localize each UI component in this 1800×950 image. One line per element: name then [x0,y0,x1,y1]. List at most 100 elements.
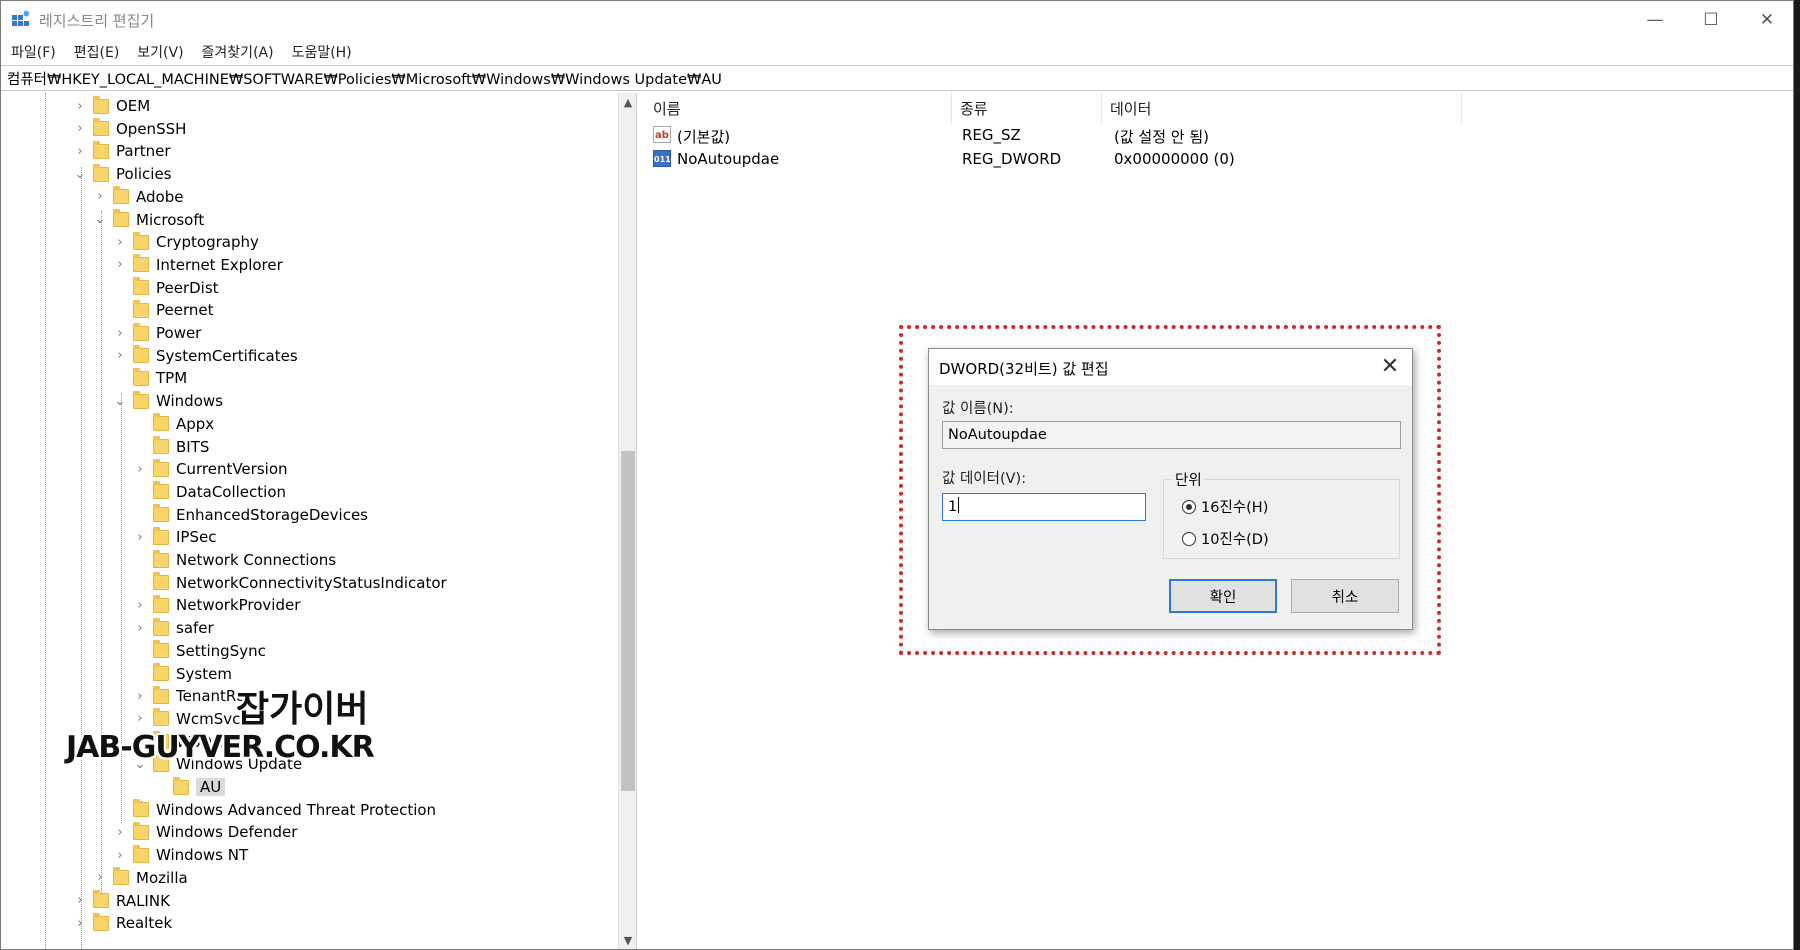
expand-icon[interactable]: › [73,890,87,912]
value-name-field[interactable]: NoAutoupdae [942,421,1401,449]
expand-icon[interactable]: › [73,118,87,140]
column-data[interactable]: 데이터 [1102,93,1462,123]
expand-icon[interactable]: › [113,254,127,276]
tree-item[interactable]: › TenantRe [133,685,245,707]
expand-icon[interactable]: › [73,95,87,117]
tree-item[interactable]: Windows Advanced Threat Protection [113,799,436,821]
tree-item[interactable]: BITS [133,436,209,458]
menu-favorites[interactable]: 즐겨찾기(A) [202,42,274,62]
tree-item[interactable]: › safer [133,617,214,639]
address-bar[interactable]: 컴퓨터₩HKEY_LOCAL_MACHINE₩SOFTWARE₩Policies… [1,65,1793,91]
tree-item[interactable]: AU [153,776,226,798]
expand-icon[interactable]: › [113,322,127,344]
tree-item[interactable]: › Adobe [93,186,183,208]
tree-item[interactable]: ⌄ Microsoft [93,209,204,231]
dialog-close-icon[interactable]: ✕ [1376,353,1404,381]
tree-item-label: AU [196,778,226,796]
tree-item[interactable]: › Power [113,322,201,344]
tree-item[interactable]: › Realtek [73,912,172,934]
dec-radio-option[interactable]: 10진수(D) [1182,528,1269,549]
menu-file[interactable]: 파일(F) [11,42,56,62]
tree-item[interactable]: SettingSync [133,640,266,662]
tree-item[interactable]: › IPSec [133,526,216,548]
text-caret [958,497,960,513]
expand-icon[interactable]: › [133,708,147,730]
expand-icon[interactable]: › [133,458,147,480]
expand-icon[interactable]: › [133,617,147,639]
tree-item[interactable]: › RALINK [73,890,170,912]
scroll-down-icon[interactable]: ▼ [619,931,636,949]
expand-icon[interactable]: › [93,186,107,208]
tree-item[interactable]: › Mozilla [93,867,188,889]
tree-item[interactable]: › Internet Explorer [113,254,283,276]
expand-icon[interactable]: › [113,844,127,866]
tree-item[interactable]: ⌄ Windows [113,390,223,412]
tree-item[interactable]: › NetworkProvider [133,594,300,616]
tree-item-label: Windows NT [156,846,249,865]
column-name[interactable]: 이름 [645,93,952,123]
dialog-title: DWORD(32비트) 값 편집 [939,360,1109,378]
value-data-input[interactable]: 1 [942,493,1146,521]
tree-item[interactable]: › WcmSvc [133,708,240,730]
tree-scrollbar[interactable]: ▲ ▼ [618,93,636,949]
column-type[interactable]: 종류 [952,93,1102,123]
hex-radio-option[interactable]: 16진수(H) [1182,496,1268,517]
tree-item[interactable]: System [133,663,232,685]
minimize-button[interactable]: — [1627,1,1683,39]
tree-item[interactable]: › OpenSSH [73,118,186,140]
tree-item-label: IPSec [176,528,217,547]
tree-item[interactable]: Network Connections [133,549,336,571]
tree-item[interactable]: Peernet [113,299,214,321]
tree-item[interactable]: DataCollection [133,481,286,503]
tree-item-label: Appx [176,414,215,433]
tree-item[interactable]: TPM [113,367,187,389]
value-name-label: 값 이름(N): [942,401,1014,417]
tree-item[interactable]: › SystemCertificates [113,345,298,367]
menu-bar: 파일(F) 편집(E) 보기(V) 즐겨찾기(A) 도움말(H) [1,39,1793,65]
close-button[interactable]: ✕ [1739,1,1795,39]
expand-icon[interactable]: › [93,867,107,889]
value-row-default[interactable]: ab (기본값) REG_SZ (값 설정 안 됨) [645,123,1795,147]
folder-icon [93,890,109,908]
dec-radio-icon[interactable] [1182,531,1196,546]
tree-item[interactable]: NetworkConnectivityStatusIndicator [133,572,447,594]
ok-button[interactable]: 확인 [1169,579,1277,613]
hex-radio-icon[interactable] [1182,499,1196,514]
expand-icon[interactable]: › [133,594,147,616]
tree-item[interactable]: EnhancedStorageDevices [133,504,368,526]
tree-item[interactable]: › Partner [73,140,171,162]
tree-item[interactable]: › CurrentVersion [133,458,288,480]
maximize-button[interactable]: ☐ [1683,1,1739,39]
tree-item-label: EnhancedStorageDevices [176,505,368,524]
menu-edit[interactable]: 편집(E) [74,42,120,62]
collapse-icon[interactable]: ⌄ [113,390,127,412]
tree-item[interactable]: › Cryptography [113,231,259,253]
collapse-icon[interactable]: ⌄ [93,209,107,231]
cancel-button[interactable]: 취소 [1291,579,1399,613]
hex-radio-label: 16진수(H) [1201,500,1269,516]
collapse-icon[interactable]: ⌄ [73,163,87,185]
tree-item[interactable]: PeerDist [113,277,219,299]
value-type: REG_DWORD [962,150,1062,168]
folder-icon [153,685,169,704]
expand-icon[interactable]: › [113,231,127,253]
expand-icon[interactable]: › [113,345,127,367]
expand-icon[interactable]: › [113,821,127,843]
tree-item[interactable]: ⌄ Policies [73,163,171,185]
value-row-noautoupdae[interactable]: 011 NoAutoupdae REG_DWORD 0x00000000 (0) [645,147,1795,171]
tree-item[interactable]: › OEM [73,95,150,117]
expand-icon[interactable]: › [133,685,147,707]
scroll-thumb[interactable] [621,451,635,791]
tree-item[interactable]: Appx [133,413,214,435]
menu-help[interactable]: 도움말(H) [292,42,352,62]
scroll-up-icon[interactable]: ▲ [619,93,636,111]
tree-item[interactable]: › Windows NT [113,844,248,866]
tree-item[interactable]: › Windows Defender [113,821,297,843]
menu-view[interactable]: 보기(V) [137,42,183,62]
folder-icon [93,163,109,182]
expand-icon[interactable]: › [73,912,87,934]
expand-icon[interactable]: › [133,526,147,548]
expand-icon[interactable]: › [73,140,87,162]
